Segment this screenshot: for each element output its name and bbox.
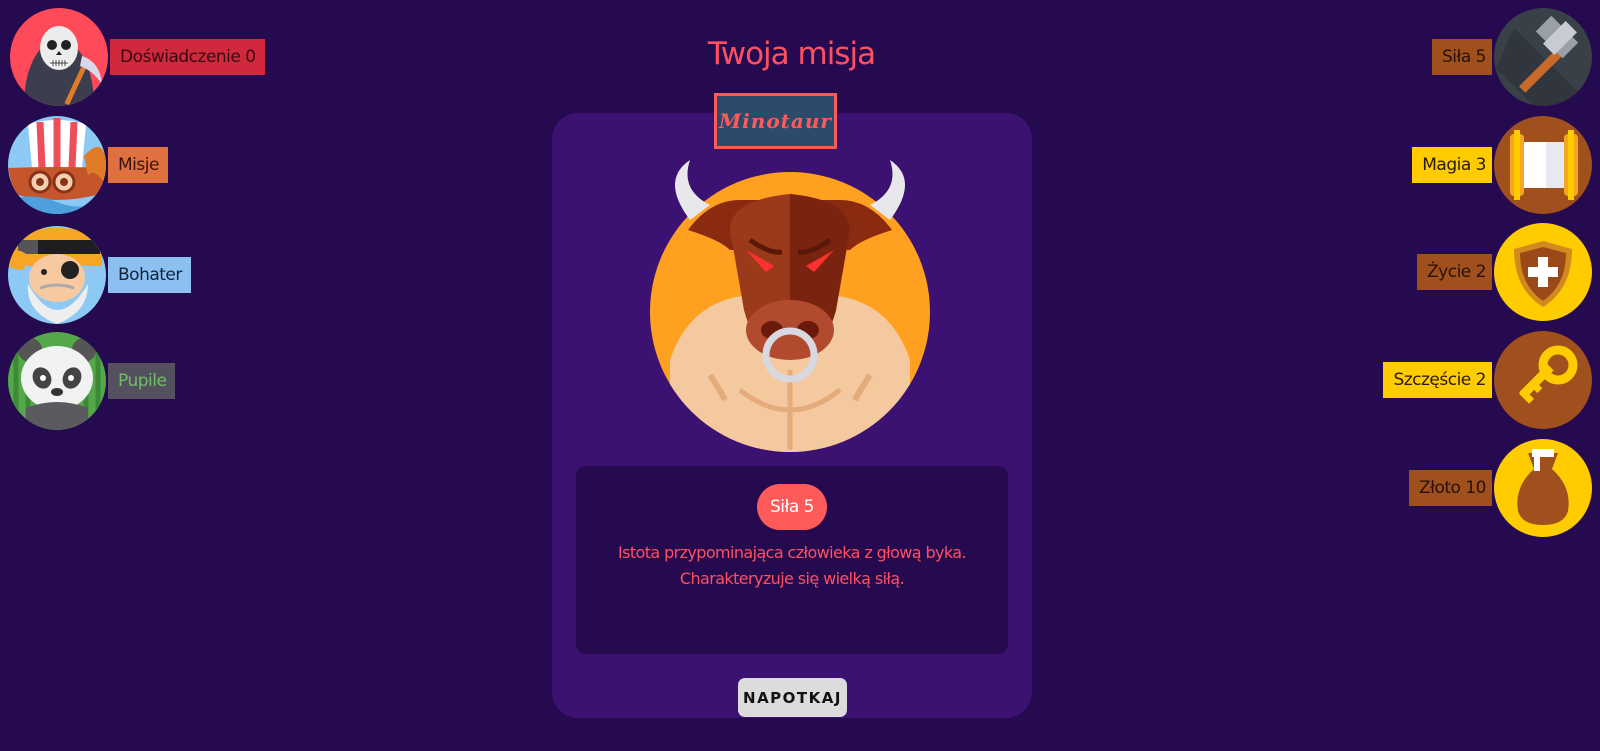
- nav-item-label: Misje: [108, 147, 168, 183]
- ship-avatar-icon: [8, 116, 106, 214]
- shield-icon: [1494, 223, 1592, 321]
- key-icon: [1494, 331, 1592, 429]
- encounter-button[interactable]: NAPOTKAJ: [738, 678, 847, 717]
- stat-label: Życie 2: [1417, 254, 1492, 290]
- stat-label: Magia 3: [1412, 147, 1492, 183]
- nav-item-label: Pupile: [108, 363, 176, 399]
- monster-name-badge: Minotaur: [714, 93, 837, 149]
- stat-label: Szczęście 2: [1383, 362, 1492, 398]
- page-title: Twoja misja: [707, 36, 876, 72]
- scroll-icon: [1494, 116, 1592, 214]
- monster-description: Istota przypominająca człowieka z głową …: [618, 543, 967, 588]
- nav-item-label: Bohater: [108, 257, 191, 293]
- stat-magic: Magia 3: [1392, 116, 1592, 216]
- minotaur-portrait-icon: [650, 160, 930, 452]
- hero-avatar-icon: [8, 226, 106, 324]
- stat-gold: Złoto 10: [1392, 439, 1592, 539]
- money-bag-icon: [1494, 439, 1592, 537]
- panda-avatar-icon: [8, 332, 106, 430]
- stat-luck: Szczęście 2: [1383, 331, 1592, 431]
- stat-life: Życie 2: [1392, 223, 1592, 323]
- monster-power-badge: Siła 5: [757, 484, 827, 530]
- stat-label: Złoto 10: [1409, 470, 1492, 506]
